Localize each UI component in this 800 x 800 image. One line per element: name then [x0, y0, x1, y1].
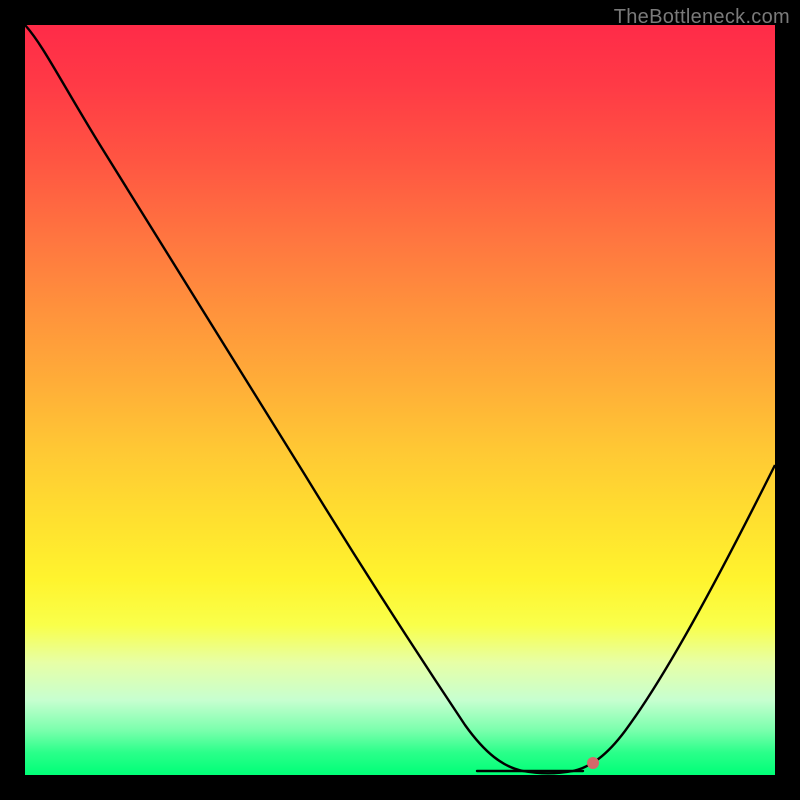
chart-frame: [25, 25, 775, 775]
chart-svg: [25, 25, 775, 775]
plot-area: [25, 25, 775, 775]
bottleneck-curve: [25, 25, 775, 773]
watermark-text: TheBottleneck.com: [614, 6, 790, 29]
marker-dot: [587, 757, 599, 769]
